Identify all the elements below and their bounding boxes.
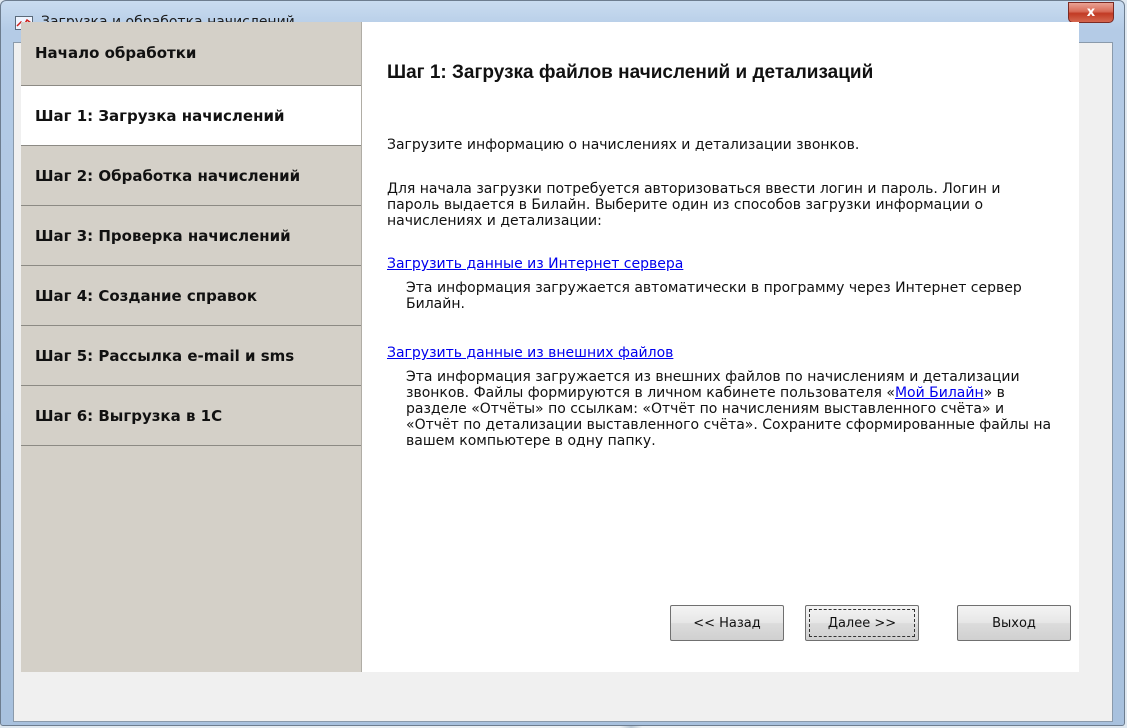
sidebar-item-label: Шаг 4: Создание справок: [35, 286, 257, 305]
close-button[interactable]: x: [1068, 2, 1114, 23]
exit-button-label: Выход: [992, 615, 1036, 631]
load-from-files-link[interactable]: Загрузить данные из внешних файлов: [387, 345, 673, 361]
page-title: Шаг 1: Загрузка файлов начислений и дета…: [387, 62, 874, 83]
intro-text: Загрузите информацию о начислениях и дет…: [387, 137, 860, 153]
app-window: Загрузка и обработка начислений x Начало…: [0, 0, 1125, 726]
sidebar-item-label: Шаг 5: Рассылка e-mail и sms: [35, 346, 295, 365]
sidebar-item-label: Шаг 2: Обработка начислений: [35, 166, 301, 185]
back-button-label: << Назад: [693, 615, 761, 631]
sidebar-item-step2[interactable]: Шаг 2: Обработка начислений: [21, 146, 361, 206]
sidebar-item-label: Начало обработки: [35, 44, 197, 62]
sidebar-item-step5[interactable]: Шаг 5: Рассылка e-mail и sms: [21, 326, 361, 386]
close-icon: x: [1086, 5, 1096, 20]
sidebar-item-label: Шаг 3: Проверка начислений: [35, 226, 291, 245]
focus-rectangle: [809, 609, 915, 637]
sidebar-item-label: Шаг 1: Загрузка начислений: [35, 106, 285, 125]
sidebar-item-start[interactable]: Начало обработки: [21, 22, 361, 86]
next-button[interactable]: Далее >>: [805, 605, 919, 641]
my-beeline-link[interactable]: Мой Билайн: [895, 385, 984, 401]
sidebar-item-step4[interactable]: Шаг 4: Создание справок: [21, 266, 361, 326]
instructions-text: Для начала загрузки потребуется авторизо…: [387, 181, 1001, 229]
back-button[interactable]: << Назад: [670, 605, 784, 641]
sidebar-item-step6[interactable]: Шаг 6: Выгрузка в 1С: [21, 386, 361, 446]
load-from-server-link[interactable]: Загрузить данные из Интернет сервера: [387, 256, 683, 272]
sidebar-item-step3[interactable]: Шаг 3: Проверка начислений: [21, 206, 361, 266]
content-panel: Шаг 1: Загрузка файлов начислений и дета…: [362, 22, 1079, 672]
sidebar-item-label: Шаг 6: Выгрузка в 1С: [35, 406, 223, 425]
sidebar-item-step1[interactable]: Шаг 1: Загрузка начислений: [21, 86, 361, 146]
steps-sidebar: Начало обработки Шаг 1: Загрузка начисле…: [21, 22, 362, 672]
load-from-files-description: Эта информация загружается из внешних фа…: [406, 369, 1056, 449]
exit-button[interactable]: Выход: [957, 605, 1071, 641]
load-from-server-description: Эта информация загружается автоматически…: [406, 280, 1022, 312]
